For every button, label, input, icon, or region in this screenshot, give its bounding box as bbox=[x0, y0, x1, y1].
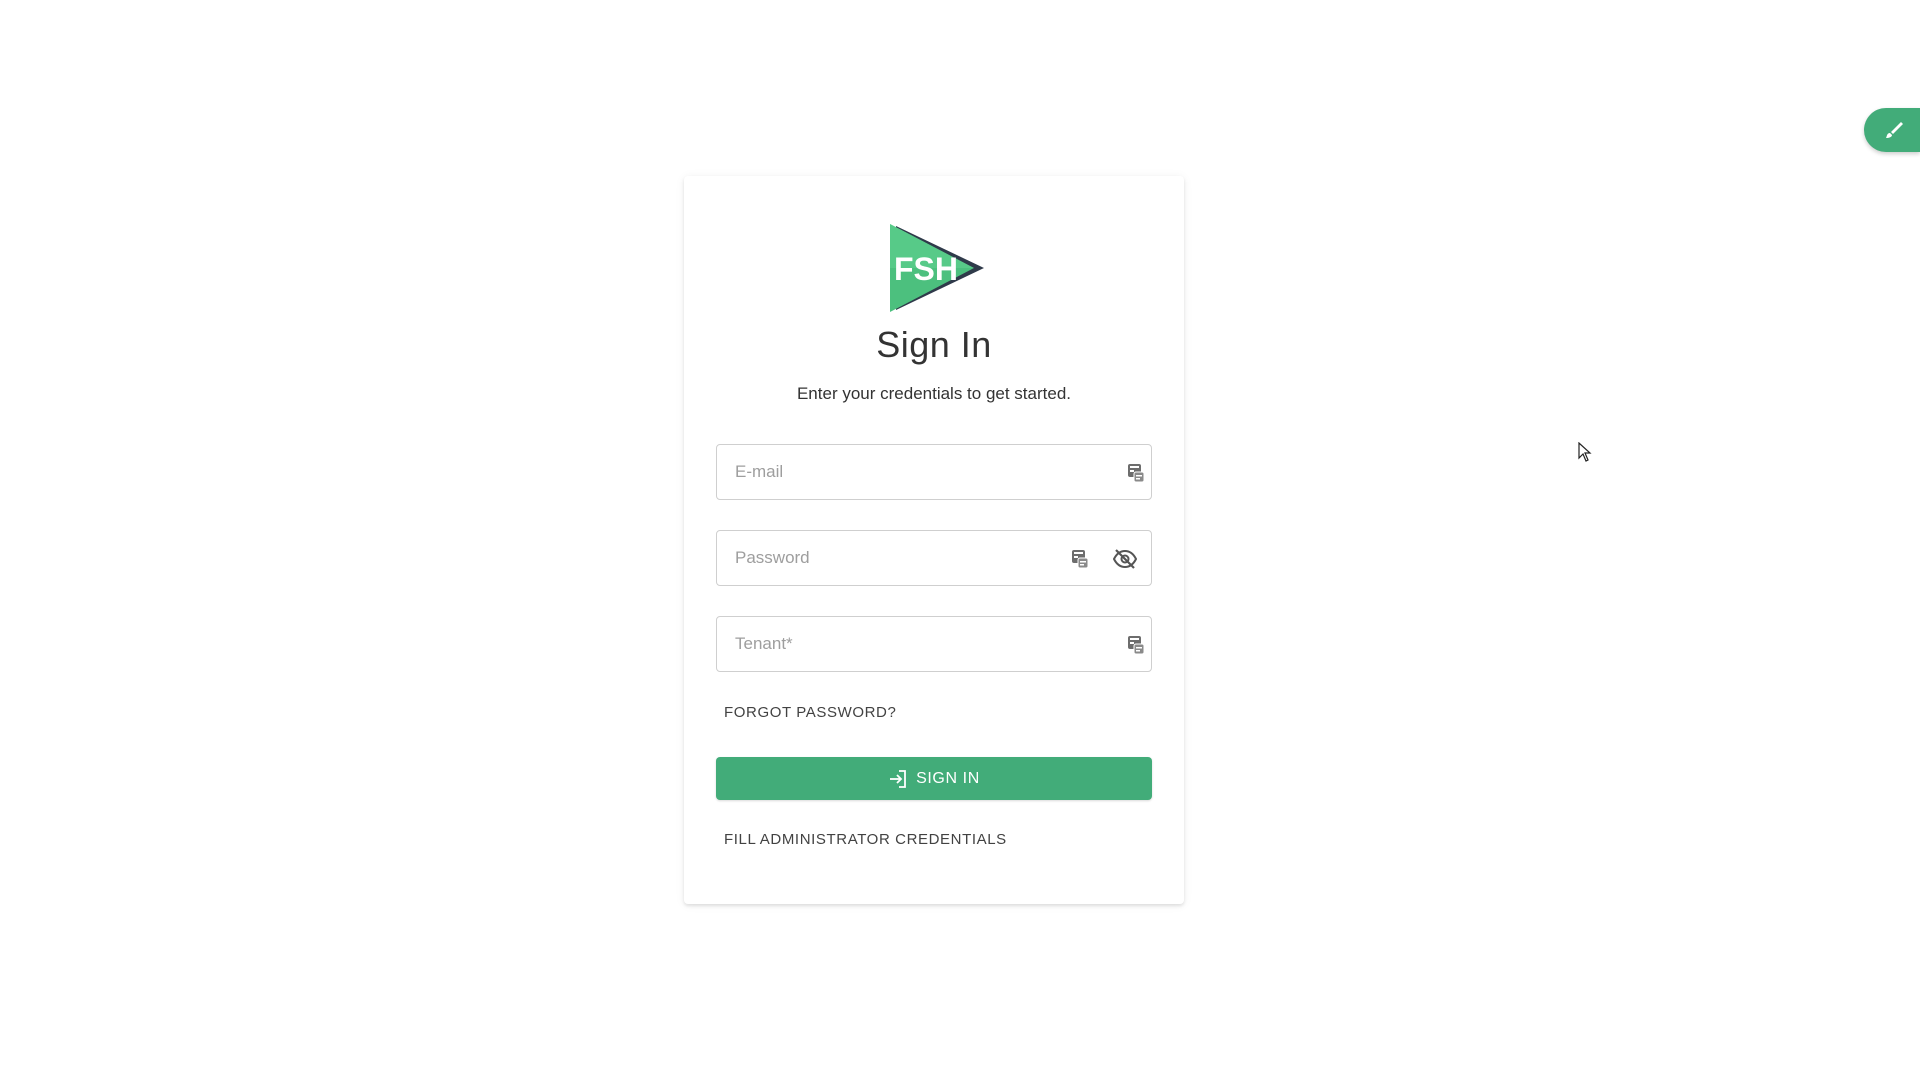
email-input[interactable] bbox=[717, 445, 1151, 499]
theme-customizer-button[interactable] bbox=[1864, 108, 1920, 152]
tenant-field[interactable] bbox=[716, 616, 1152, 672]
mouse-cursor-icon bbox=[1578, 442, 1592, 462]
login-icon bbox=[890, 769, 907, 788]
fill-admin-credentials-button[interactable]: FILL ADMINISTRATOR CREDENTIALS bbox=[724, 831, 1007, 848]
page-title: Sign In bbox=[876, 324, 992, 365]
sign-in-button[interactable]: SIGN IN bbox=[716, 757, 1152, 800]
sign-in-label: SIGN IN bbox=[916, 769, 980, 787]
brush-icon bbox=[1886, 122, 1903, 138]
password-field[interactable] bbox=[716, 530, 1152, 586]
email-field[interactable] bbox=[716, 444, 1152, 500]
password-manager-icon[interactable] bbox=[1127, 635, 1145, 655]
fsh-logo: FSH bbox=[890, 224, 984, 312]
password-manager-icon[interactable] bbox=[1071, 549, 1089, 569]
sign-in-card: FSH Sign In Enter your credentials to ge… bbox=[684, 176, 1184, 904]
tenant-input[interactable] bbox=[717, 617, 1151, 671]
forgot-password-button[interactable]: FORGOT PASSWORD? bbox=[724, 704, 896, 721]
logo-text: FSH bbox=[894, 251, 958, 287]
password-manager-icon[interactable] bbox=[1127, 463, 1145, 483]
visibility-off-icon[interactable] bbox=[1113, 548, 1137, 570]
login-page: FSH Sign In Enter your credentials to ge… bbox=[0, 0, 1920, 1080]
page-subtitle: Enter your credentials to get started. bbox=[796, 384, 1072, 403]
